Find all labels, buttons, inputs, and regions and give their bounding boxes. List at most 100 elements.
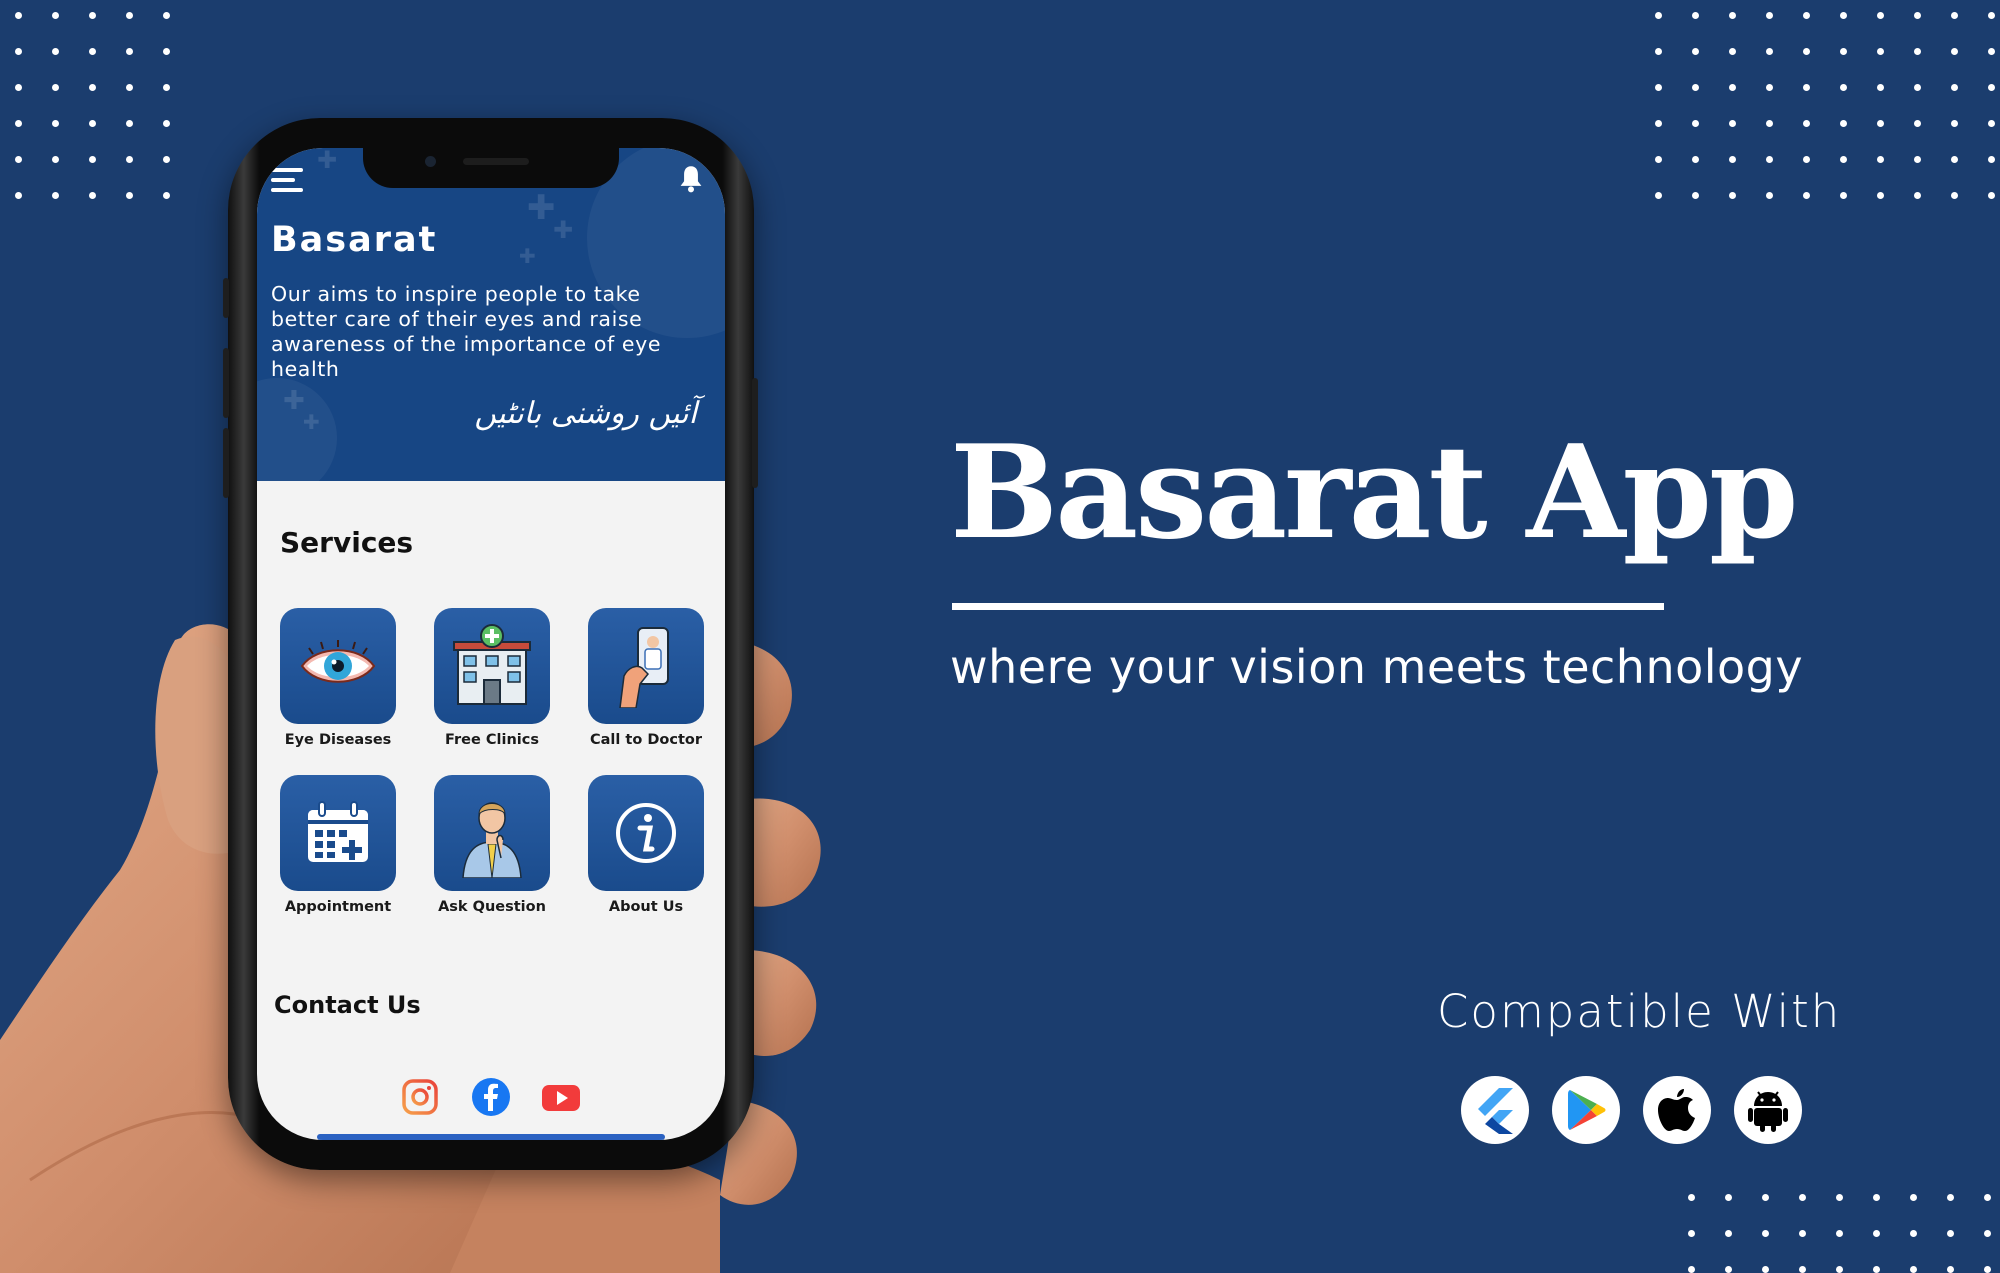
decor-dot bbox=[1729, 84, 1736, 91]
decor-dot bbox=[163, 12, 170, 19]
service-tile-free-clinics[interactable]: Free Clinics bbox=[434, 608, 550, 748]
decor-dot bbox=[126, 120, 133, 127]
decor-dot bbox=[126, 12, 133, 19]
decor-dot bbox=[89, 84, 96, 91]
services-heading: Services bbox=[280, 526, 414, 559]
app-description: Our aims to inspire people to take bette… bbox=[271, 282, 662, 381]
hospital-icon bbox=[434, 608, 550, 724]
decor-dot bbox=[163, 120, 170, 127]
decor-dot bbox=[1799, 1266, 1806, 1273]
decor-dot bbox=[1984, 1266, 1991, 1273]
plus-decor-icon: ✚ bbox=[303, 410, 320, 434]
service-tile-ask-question[interactable]: Ask Question bbox=[434, 775, 550, 915]
hamburger-menu-icon[interactable] bbox=[271, 168, 303, 194]
decor-dot bbox=[1873, 1266, 1880, 1273]
decor-dot bbox=[1914, 48, 1921, 55]
decor-dot bbox=[15, 84, 22, 91]
youtube-icon[interactable] bbox=[541, 1077, 581, 1117]
decor-dot bbox=[1840, 156, 1847, 163]
decor-dot bbox=[126, 156, 133, 163]
contact-heading: Contact Us bbox=[274, 991, 421, 1019]
decor-dot bbox=[1655, 12, 1662, 19]
calendar-icon bbox=[280, 775, 396, 891]
decor-dot bbox=[1951, 12, 1958, 19]
google-play-icon[interactable] bbox=[1552, 1076, 1620, 1144]
decor-dot bbox=[1803, 192, 1810, 199]
decor-dot bbox=[1692, 120, 1699, 127]
decor-dot bbox=[1947, 1266, 1954, 1273]
decor-dot bbox=[1688, 1194, 1695, 1201]
decor-dot bbox=[1692, 192, 1699, 199]
decor-dot bbox=[1951, 156, 1958, 163]
decor-dot bbox=[1655, 48, 1662, 55]
thinking-person-icon bbox=[434, 775, 550, 891]
decor-dot bbox=[1836, 1194, 1843, 1201]
plus-decor-icon: ✚ bbox=[283, 386, 305, 416]
decor-dot bbox=[1988, 12, 1995, 19]
decor-dot bbox=[1729, 156, 1736, 163]
service-label: Eye Diseases bbox=[284, 732, 392, 748]
decor-dot bbox=[1840, 120, 1847, 127]
info-icon bbox=[588, 775, 704, 891]
decor-dot bbox=[1655, 192, 1662, 199]
notification-bell-icon[interactable] bbox=[677, 164, 705, 194]
decor-dot bbox=[1951, 84, 1958, 91]
decor-dot bbox=[1762, 1266, 1769, 1273]
decor-dot bbox=[1692, 156, 1699, 163]
android-icon[interactable] bbox=[1734, 1076, 1802, 1144]
volume-up-button bbox=[223, 348, 229, 418]
decor-dot bbox=[1840, 48, 1847, 55]
facebook-icon[interactable] bbox=[471, 1077, 511, 1117]
app-title: Basarat bbox=[271, 220, 438, 260]
home-indicator bbox=[317, 1134, 665, 1140]
plus-decor-icon: ✚ bbox=[519, 244, 536, 268]
decor-dot bbox=[15, 120, 22, 127]
decor-dot bbox=[1725, 1230, 1732, 1237]
instagram-icon[interactable] bbox=[400, 1077, 440, 1117]
decor-dot bbox=[1877, 48, 1884, 55]
decor-dot bbox=[1873, 1194, 1880, 1201]
compatible-with-label: Compatible With bbox=[1437, 985, 1842, 1038]
earpiece-speaker bbox=[463, 158, 529, 165]
service-tile-appointment[interactable]: Appointment bbox=[280, 775, 396, 915]
decor-dot bbox=[1984, 1230, 1991, 1237]
decor-dot bbox=[163, 156, 170, 163]
decor-dot bbox=[1988, 120, 1995, 127]
decor-dot bbox=[1984, 1194, 1991, 1201]
decor-dot bbox=[1692, 12, 1699, 19]
urdu-tagline: آئیں روشنی بانٹیں bbox=[474, 396, 697, 431]
service-label: Ask Question bbox=[438, 899, 546, 915]
decor-dot bbox=[1688, 1266, 1695, 1273]
decor-dot bbox=[1803, 156, 1810, 163]
service-tile-eye-diseases[interactable]: Eye Diseases bbox=[280, 608, 396, 748]
plus-decor-icon: ✚ bbox=[553, 216, 574, 244]
decor-dot bbox=[52, 84, 59, 91]
decor-dot bbox=[1840, 84, 1847, 91]
decor-dot bbox=[1988, 156, 1995, 163]
service-tile-about-us[interactable]: About Us bbox=[588, 775, 704, 915]
power-button bbox=[752, 378, 758, 488]
decor-dot bbox=[1729, 192, 1736, 199]
eye-icon bbox=[280, 608, 396, 724]
decor-dot bbox=[1766, 192, 1773, 199]
decor-dot bbox=[1725, 1266, 1732, 1273]
decor-dot bbox=[1914, 120, 1921, 127]
decor-dot bbox=[15, 156, 22, 163]
silent-switch bbox=[223, 278, 229, 318]
service-tile-call-to-doctor[interactable]: Call to Doctor bbox=[588, 608, 704, 748]
decor-dot bbox=[1692, 84, 1699, 91]
phone-doctor-icon bbox=[588, 608, 704, 724]
decor-dot bbox=[1877, 84, 1884, 91]
decor-dot bbox=[1729, 120, 1736, 127]
decor-dot bbox=[1877, 12, 1884, 19]
front-camera bbox=[425, 156, 436, 167]
decor-dot bbox=[1803, 120, 1810, 127]
flutter-icon[interactable] bbox=[1461, 1076, 1529, 1144]
apple-icon[interactable] bbox=[1643, 1076, 1711, 1144]
decor-dot bbox=[1803, 84, 1810, 91]
hero-divider bbox=[952, 603, 1664, 610]
decor-dot bbox=[1766, 48, 1773, 55]
decor-dot bbox=[1951, 48, 1958, 55]
decor-dot bbox=[15, 12, 22, 19]
decor-dot bbox=[1988, 84, 1995, 91]
